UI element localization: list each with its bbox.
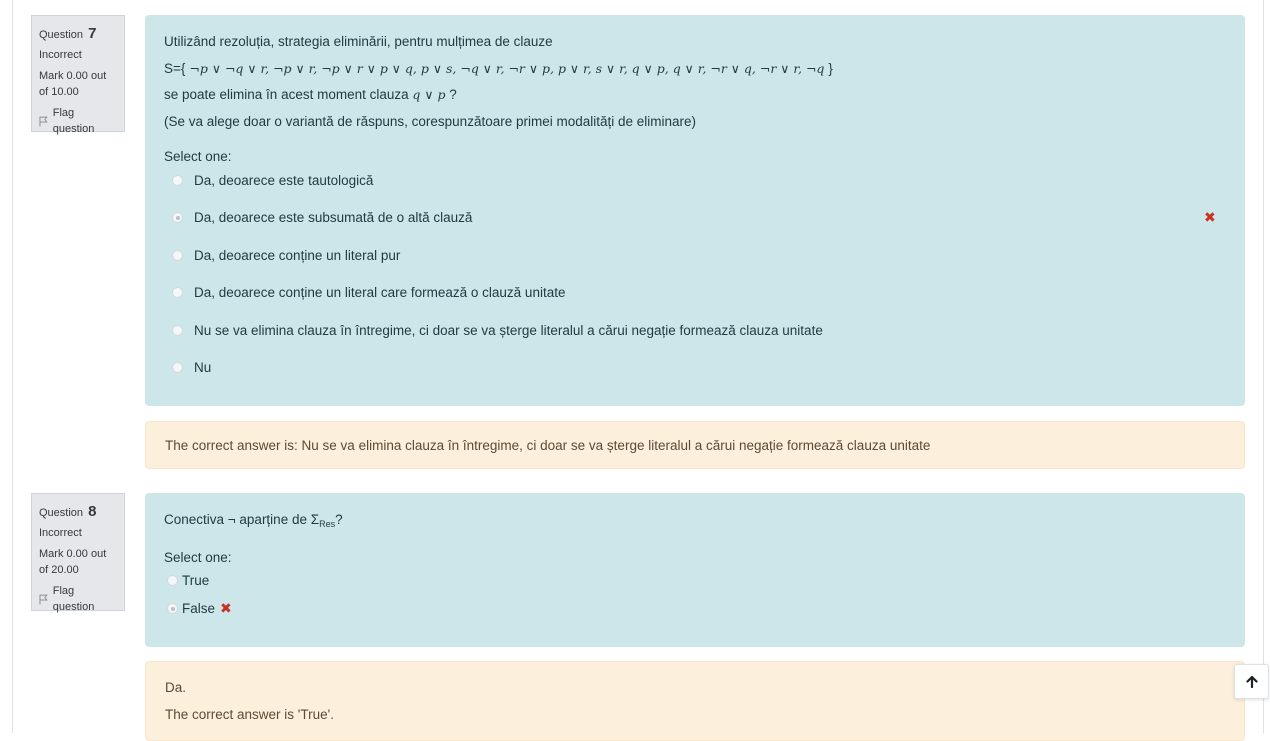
answer-option-label: True xyxy=(182,573,210,588)
select-one-label: Select one: xyxy=(164,549,232,565)
correct-answer-text: The correct answer is: Nu se va elimina … xyxy=(165,437,931,453)
radio-button[interactable] xyxy=(172,249,183,261)
answer-option[interactable]: Nu xyxy=(164,358,1226,378)
flag-question-link[interactable]: Flag question xyxy=(39,106,117,138)
radio-button[interactable] xyxy=(167,575,178,586)
answer-option[interactable]: False ✖ xyxy=(164,599,1226,619)
answer-option-label: Nu se va elimina clauza în întregime, ci… xyxy=(194,322,823,338)
radio-button[interactable] xyxy=(172,362,183,373)
answer-option[interactable]: Da, deoarece este subsumată de o altă cl… xyxy=(164,208,1226,228)
question-state: Incorrect xyxy=(39,48,82,61)
question-formulation-7: Utilizând rezoluția, strategia eliminări… xyxy=(145,15,1245,406)
flag-icon xyxy=(39,116,48,127)
answer-option[interactable]: Nu se va elimina clauza în întregime, ci… xyxy=(164,320,1226,340)
correct-answer-text: The correct answer is 'True'. xyxy=(165,707,334,722)
answer-option-label: Da, deoarece este tautologică xyxy=(194,172,374,188)
radio-button[interactable] xyxy=(172,324,183,336)
answer-option-label: Nu xyxy=(194,360,212,375)
question-text-line-1: Utilizând rezoluția, strategia eliminări… xyxy=(164,34,553,49)
question-text-line-4: (Se va alege doar o variantă de răspuns,… xyxy=(164,113,697,129)
cross-icon: ✖ xyxy=(220,600,232,616)
answer-options: True False ✖ xyxy=(164,571,1226,619)
flag-question-label: Flag question xyxy=(52,106,95,135)
question-number: Question 7 xyxy=(39,25,97,42)
answer-option-label: Da, deoarece conține un literal care for… xyxy=(194,285,566,300)
question-mark: Mark 0.00 out of 20.00 xyxy=(39,547,107,576)
answer-options: Da, deoarece este tautologică Da, deoarec… xyxy=(164,170,1226,378)
back-to-top-button[interactable] xyxy=(1234,664,1269,699)
question-info-8: Question 8 Incorrect Mark 0.00 out of 20… xyxy=(31,493,125,613)
cross-icon: ✖ xyxy=(1204,209,1216,225)
question-info-7: Question 7 Incorrect Mark 0.00 out of 10… xyxy=(31,15,125,135)
answer-option-label: False xyxy=(182,601,216,616)
select-one-label: Select one: xyxy=(164,149,232,164)
radio-button[interactable] xyxy=(172,212,183,223)
arrow-up-icon xyxy=(1245,675,1258,688)
answer-option[interactable]: Da, deoarece conține un literal pur xyxy=(164,245,1226,265)
general-feedback-text: Da. xyxy=(165,680,187,695)
question-text: Conectiva ¬ aparține de ΣRes? xyxy=(164,512,343,529)
flag-icon xyxy=(39,594,48,605)
question-number: Question 8 xyxy=(39,503,97,520)
radio-button[interactable] xyxy=(172,287,183,298)
answer-option[interactable]: Da, deoarece conține un literal care for… xyxy=(164,283,1226,303)
answer-option[interactable]: Da, deoarece este tautologică xyxy=(164,170,1226,190)
question-feedback-8: Da. The correct answer is 'True'. xyxy=(145,661,1245,741)
flag-question-link[interactable]: Flag question xyxy=(39,584,117,616)
answer-option-label: Da, deoarece este subsumată de o altă cl… xyxy=(194,210,473,225)
clause-set: S={ ¬p ∨ ¬q ∨ r, ¬p ∨ r, ¬p ∨ r ∨ p ∨ q,… xyxy=(164,60,833,76)
radio-button[interactable] xyxy=(167,603,178,614)
radio-button[interactable] xyxy=(172,174,183,186)
answer-option-label: Da, deoarece conține un literal pur xyxy=(194,247,401,263)
answer-option[interactable]: True xyxy=(164,571,1226,591)
question-mark: Mark 0.00 out of 10.00 xyxy=(39,69,107,98)
question-text-line-3: se poate elimina în acest moment clauza … xyxy=(164,87,457,102)
question-formulation-8: Conectiva ¬ aparține de ΣRes? Select one… xyxy=(145,493,1245,647)
question-feedback-7: The correct answer is: Nu se va elimina … xyxy=(145,421,1245,469)
question-state: Incorrect xyxy=(39,526,82,539)
flag-question-label: Flag question xyxy=(52,584,95,613)
